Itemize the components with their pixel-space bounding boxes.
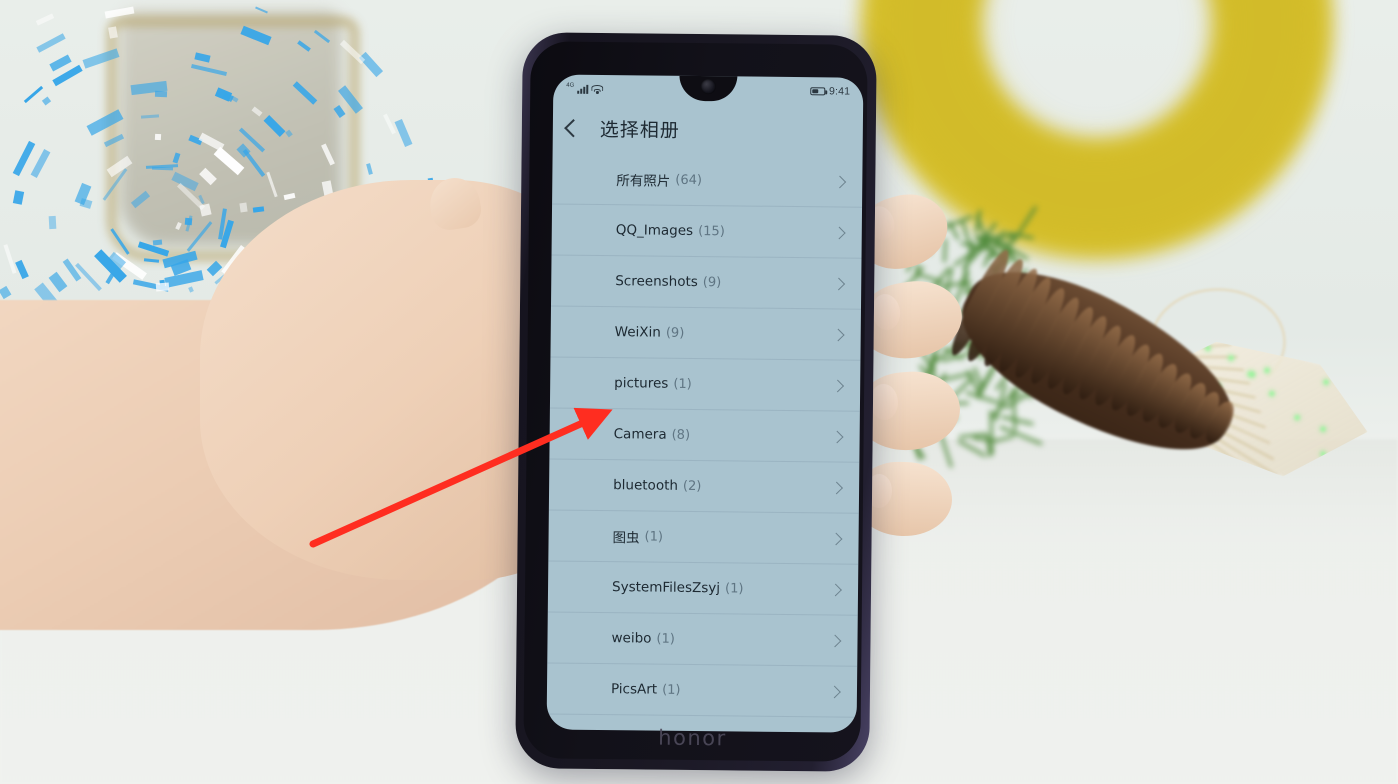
shatter-particle [48,215,57,230]
album-row[interactable]: PicsArt (1) [546,663,858,718]
shatter-particle [108,26,118,39]
brand-logo: honor [658,725,727,751]
album-count: (9) [665,325,685,341]
wifi-icon [591,84,604,94]
album-row[interactable]: 图虫 (1) [548,510,859,565]
album-name: SystemFilesZsyj [611,579,721,597]
album-label: pictures (1) [600,375,833,393]
album-name: PicsArt [610,681,658,698]
album-row[interactable]: WeiXin (9) [550,306,861,361]
album-list[interactable]: 所有照片 (64) QQ_Images (15) Screenshots (9) WeiXi… [546,153,863,732]
album-label: WeiXin (9) [601,324,834,342]
album-row[interactable]: QQ_Images (15) [551,204,863,259]
status-bar-right: 9:41 [809,84,851,98]
album-row[interactable]: weibo (1) [547,612,858,667]
album-row[interactable]: pictures (1) [549,357,861,412]
album-label: QQ_Images (15) [602,222,835,240]
pine-needle [972,436,998,443]
app-header: 选择相册 [553,101,864,156]
album-count: (2) [682,478,702,494]
album-name: Camera [613,426,667,443]
glitter-sparkle [1323,379,1329,385]
album-count: (8) [671,427,691,443]
battery-icon [809,86,826,95]
network-type-label: 4G [566,82,575,89]
glitter-sparkle [1294,414,1300,420]
album-row[interactable]: Camera (8) [549,408,860,463]
album-count: (64) [675,172,703,188]
album-name: bluetooth [613,477,679,494]
back-chevron-icon[interactable] [564,118,583,137]
shatter-particle [239,202,248,213]
album-name: weibo [611,630,652,647]
album-count: (1) [673,376,692,392]
album-count: (1) [662,682,681,698]
album-count: (9) [702,274,722,290]
album-row[interactable]: SystemFilesZsyj (1) [547,561,859,616]
phone-bezel: 4G 9:41 选择相册 所有照片 (64) QQ_Images (15) Screen… [523,41,868,762]
album-count: (1) [644,528,664,545]
album-label: Screenshots (9) [601,273,834,291]
album-name: WeiXin [614,324,661,341]
page-title: 选择相册 [599,118,680,142]
album-count: (1) [724,580,744,597]
status-bar-left: 4G [566,82,604,94]
pine-needle [1001,415,1034,426]
status-bar-time: 9:41 [828,84,851,98]
glitter-sparkle [1320,426,1326,432]
album-label: 所有照片 (64) [602,169,835,191]
album-name: Screenshots [615,273,698,291]
album-label: PicsArt (1) [597,681,830,699]
album-count: (1) [656,631,675,647]
album-count: (15) [698,223,725,239]
album-row[interactable]: Screenshots (9) [550,255,862,310]
album-label: bluetooth (2) [599,477,832,495]
album-row[interactable]: 福利bluetooth(2) [548,459,860,514]
glitter-sparkle [1269,391,1275,397]
album-name: pictures [614,375,669,392]
smartphone: 4G 9:41 选择相册 所有照片 (64) QQ_Images (15) Screen… [515,32,877,772]
album-label: Camera (8) [600,426,833,444]
shatter-particle [154,133,162,141]
signal-bars-icon [577,84,589,94]
pine-needle [957,439,987,458]
front-camera-icon [700,79,716,95]
shatter-particle [155,282,170,292]
album-name: QQ_Images [615,222,694,239]
shatter-particle [152,239,163,246]
glitter-sparkle [1264,367,1270,373]
album-label: weibo (1) [597,630,830,648]
album-name: 图虫 [612,530,640,547]
album-label: SystemFilesZsyj (1) [598,579,831,597]
album-name: 所有照片 [616,173,671,190]
album-row[interactable]: 所有照片 (64) [552,153,863,208]
pine-needle [993,434,1016,443]
phone-screen[interactable]: 4G 9:41 选择相册 所有照片 (64) QQ_Images (15) Screen… [546,74,864,733]
album-label: 图虫 (1) [598,526,831,548]
